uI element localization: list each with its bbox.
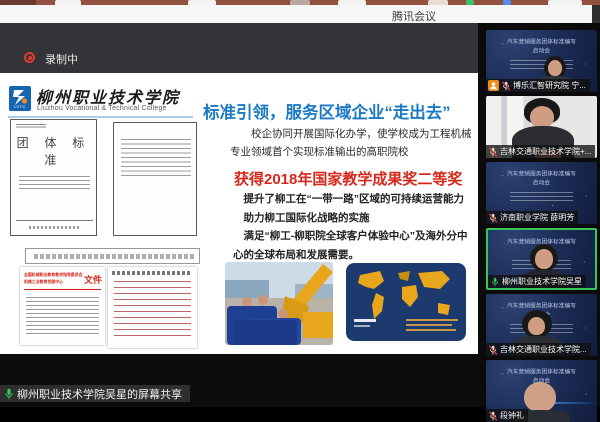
bullet-1: 提升了柳工在“一带一路”区域的可持续运营能力: [233, 190, 475, 209]
red-doc-header: 全国机械职业教育教学指导委员会 机械工业教育发展中心: [24, 272, 86, 286]
recording-icon: [24, 52, 35, 63]
participant-video-3[interactable]: 汽车营销服务团体标准编写 启动会 济南职业学院 薛明芳: [486, 162, 597, 224]
presentation-slide: LVTC 柳州职业技术学院 Liuzhou Vocational & Techn…: [0, 73, 478, 354]
doc-footer-rule: [16, 220, 93, 221]
slide-title: 标准引领，服务区域企业“走出去”: [203, 99, 478, 123]
standard-list-banner: [25, 248, 200, 264]
participant-name: 柳州职业技术学院吴星: [502, 276, 582, 287]
share-bottom-bar: 柳州职业技术学院吴星的屏幕共享: [0, 354, 478, 407]
titlebar-corner: [592, 5, 600, 23]
participant-namebar: 柳州职业技术学院吴星: [488, 275, 586, 288]
shared-screen-view[interactable]: 录制中 LVTC 柳州职业技术学院 Liuzhou Vocational & T…: [0, 23, 478, 407]
red-doc-rule: [24, 289, 101, 290]
backdrop-line1: 汽车营销服务团体标准编写: [496, 38, 587, 46]
red-doc-stamp: 文件: [84, 273, 102, 286]
group-standard-title: 团 体 标 准: [11, 134, 96, 168]
world-map-image: [346, 263, 466, 341]
bullet-2: 助力柳工国际化战略的实施: [233, 209, 475, 228]
doc-footer-text: [29, 226, 79, 229]
table-heading: [112, 271, 192, 275]
participant-namebar: 吉林交通职业技术学院...: [486, 343, 591, 356]
backdrop-line1: 汽车营销服务团体标准编写: [496, 170, 587, 178]
bullet-3: 满足“柳工-柳职院全球客户体验中心”及海外分中心的全球布局和发展需要。: [233, 227, 475, 264]
screen-share-banner: 柳州职业技术学院吴星的屏幕共享: [0, 385, 190, 402]
standard-content-page: [113, 122, 197, 236]
meeting-titlebar[interactable]: 腾讯会议: [0, 5, 592, 24]
participant-namebar: 段钟礼: [486, 409, 528, 422]
host-badge-icon: [488, 80, 499, 91]
participant-namebar: 博乐汇智研究院 宁...: [486, 79, 590, 92]
banner-text-line: [34, 254, 194, 259]
slide-intro: 校企协同开展国际化办学，使学校成为工程机械专业领域首个实现标准输出的高职院校: [230, 125, 474, 162]
red-doc-body-lines: [26, 297, 99, 337]
school-logo: LVTC: [9, 86, 31, 111]
participants-sidebar[interactable]: 汽车营销服务团体标准编写 启动会 博乐汇智研究院 宁...: [478, 23, 600, 407]
excavator-group-photo: [225, 262, 333, 345]
participant-video-5[interactable]: 汽车营销服务团体标准编写 启动会 吉林交通职业技术学院...: [486, 294, 597, 356]
share-banner-label: 柳州职业技术学院吴星的屏幕共享: [17, 386, 182, 402]
table-rows: [114, 281, 191, 341]
school-name-en: Liuzhou Vocational & Technical College: [37, 105, 167, 112]
participant-name: 吉林交通职业技术学院+...: [500, 146, 591, 157]
recording-statusbar: 录制中: [0, 23, 478, 73]
backdrop-smalltext: [510, 192, 572, 201]
logo-underline: [8, 116, 193, 118]
microphone-on-icon: [490, 277, 500, 287]
red-doc-line1: 全国机械职业教育教学指导委员会: [24, 272, 72, 277]
participant-video-1[interactable]: 汽车营销服务团体标准编写 启动会 博乐汇智研究院 宁...: [486, 30, 597, 92]
participant-video-2[interactable]: 吉林交通职业技术学院+...: [486, 96, 597, 158]
recording-label: 录制中: [45, 51, 78, 67]
standard-list-table-page: [108, 267, 197, 348]
participant-namebar: 济南职业学院 薛明芳: [486, 211, 578, 224]
microphone-muted-icon: [501, 81, 511, 91]
window-title: 腾讯会议: [392, 8, 436, 24]
participant-name: 段钟礼: [500, 410, 524, 421]
participant-name: 吉林交通职业技术学院...: [500, 344, 587, 355]
award-heading: 获得2018年国家教学成果奖二等奖: [234, 168, 462, 189]
red-doc-line2: 机械工业教育发展中心: [24, 279, 72, 284]
backdrop-line1: 汽车营销服务团体标准编写: [496, 368, 587, 376]
slide-bullets: 提升了柳工在“一带一路”区域的可持续运营能力 助力柳工国际化战略的实施 满足“柳…: [233, 190, 475, 265]
participant-video-6[interactable]: 汽车营销服务团体标准编写 启动会 段钟礼: [486, 360, 597, 422]
participant-name: 博乐汇智研究院 宁...: [513, 80, 586, 91]
doc-corner-text: [16, 124, 46, 129]
participant-name: 济南职业学院 薛明芳: [500, 212, 574, 223]
group-standard-document: 团 体 标 准: [10, 119, 97, 236]
doc-text-lines: [121, 139, 191, 177]
participant-namebar: 吉林交通职业技术学院+...: [486, 145, 595, 158]
backdrop-line2: 启动会: [496, 179, 587, 187]
logo-badge-text: LVTC: [11, 105, 29, 110]
doc-text-lines: [19, 176, 90, 190]
microphone-on-icon: [4, 388, 14, 400]
microphone-muted-icon: [488, 411, 498, 421]
backdrop-line1: 汽车营销服务团体标准编写: [496, 302, 587, 310]
person: [524, 382, 556, 412]
official-red-header-document: 全国机械职业教育教学指导委员会 机械工业教育发展中心 文件: [20, 267, 105, 345]
microphone-muted-icon: [488, 213, 498, 223]
backdrop-line2: 启动会: [496, 47, 587, 55]
microphone-muted-icon: [488, 147, 498, 157]
microphone-muted-icon: [488, 345, 498, 355]
participant-video-4[interactable]: 汽车营销服务团体标准编写 启动会 柳州职业技术学院吴星: [486, 228, 597, 290]
